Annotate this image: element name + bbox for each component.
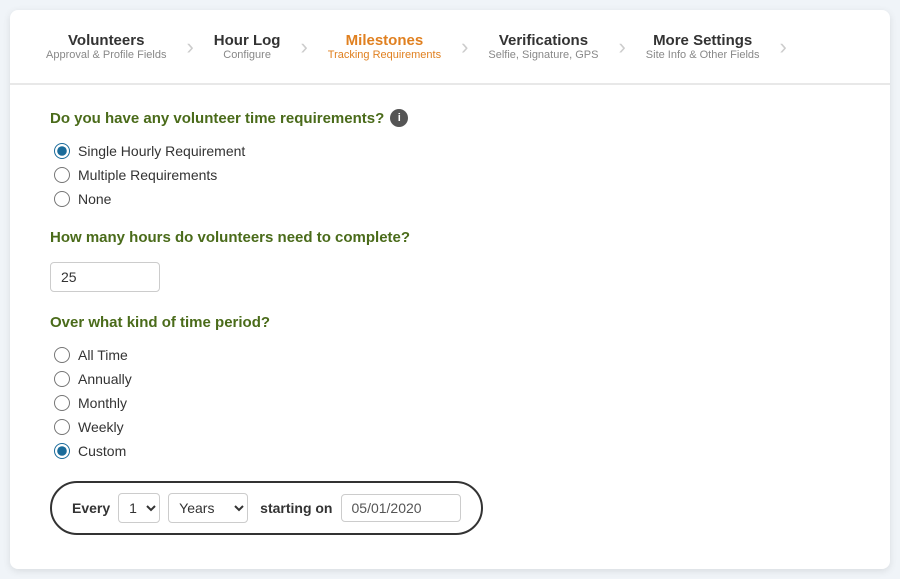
question-3: Over what kind of time period?	[50, 314, 850, 331]
arrow-4: ›	[614, 34, 629, 60]
q3-radio-alltime[interactable]	[54, 347, 70, 363]
hours-input[interactable]	[50, 262, 160, 292]
step-sub-verifications: Selfie, Signature, GPS	[488, 49, 598, 61]
starting-on-label: starting on	[260, 500, 332, 516]
q3-label-custom: Custom	[78, 443, 126, 459]
step-sub-hourlog: Configure	[223, 49, 271, 61]
wizard-step-volunteers[interactable]: Volunteers Approval & Profile Fields	[30, 18, 182, 75]
step-title-volunteers: Volunteers	[68, 32, 144, 49]
question-1-label: Do you have any volunteer time requireme…	[50, 110, 384, 127]
q1-option-single[interactable]: Single Hourly Requirement	[54, 143, 850, 159]
every-number-select[interactable]: 1 2 3 4 5	[118, 493, 160, 523]
step-sub-volunteers: Approval & Profile Fields	[46, 49, 166, 61]
wizard-nav: Volunteers Approval & Profile Fields › H…	[10, 10, 890, 85]
app-container: Volunteers Approval & Profile Fields › H…	[10, 10, 890, 569]
arrow-3: ›	[457, 34, 472, 60]
q1-radio-multiple[interactable]	[54, 167, 70, 183]
question-3-label: Over what kind of time period?	[50, 314, 270, 331]
q1-radio-single[interactable]	[54, 143, 70, 159]
q3-label-alltime: All Time	[78, 347, 128, 363]
main-content: Do you have any volunteer time requireme…	[10, 85, 890, 565]
q1-label-single: Single Hourly Requirement	[78, 143, 245, 159]
date-input[interactable]	[341, 494, 461, 522]
q3-radio-weekly[interactable]	[54, 419, 70, 435]
wizard-step-milestones[interactable]: Milestones Tracking Requirements	[312, 18, 457, 75]
info-icon-q1[interactable]: i	[390, 109, 408, 127]
step-title-milestones: Milestones	[346, 32, 424, 49]
step-sub-milestones: Tracking Requirements	[328, 49, 441, 61]
arrow-2: ›	[296, 34, 311, 60]
step-title-verifications: Verifications	[499, 32, 588, 49]
q3-radio-annually[interactable]	[54, 371, 70, 387]
q1-option-none[interactable]: None	[54, 191, 850, 207]
arrow-5: ›	[776, 34, 791, 60]
custom-row: Every 1 2 3 4 5 Days Weeks Months Years …	[50, 481, 483, 535]
question-1: Do you have any volunteer time requireme…	[50, 109, 850, 127]
q3-option-alltime[interactable]: All Time	[54, 347, 850, 363]
every-label: Every	[72, 500, 110, 516]
q3-label-annually: Annually	[78, 371, 132, 387]
q3-label-weekly: Weekly	[78, 419, 124, 435]
question-2-label: How many hours do volunteers need to com…	[50, 229, 410, 246]
q3-radio-monthly[interactable]	[54, 395, 70, 411]
wizard-step-more[interactable]: More Settings Site Info & Other Fields	[630, 18, 776, 75]
step-title-hourlog: Hour Log	[214, 32, 281, 49]
q3-label-monthly: Monthly	[78, 395, 127, 411]
q1-radio-group: Single Hourly Requirement Multiple Requi…	[54, 143, 850, 207]
q1-option-multiple[interactable]: Multiple Requirements	[54, 167, 850, 183]
q3-radio-custom[interactable]	[54, 443, 70, 459]
step-sub-more: Site Info & Other Fields	[646, 49, 760, 61]
q3-option-custom[interactable]: Custom	[54, 443, 850, 459]
wizard-step-verifications[interactable]: Verifications Selfie, Signature, GPS	[472, 18, 614, 75]
q1-radio-none[interactable]	[54, 191, 70, 207]
arrow-1: ›	[182, 34, 197, 60]
q3-radio-group: All Time Annually Monthly Weekly Custom	[54, 347, 850, 459]
wizard-step-hourlog[interactable]: Hour Log Configure	[198, 18, 297, 75]
q3-option-monthly[interactable]: Monthly	[54, 395, 850, 411]
question-2: How many hours do volunteers need to com…	[50, 229, 850, 246]
step-title-more: More Settings	[653, 32, 752, 49]
q3-option-annually[interactable]: Annually	[54, 371, 850, 387]
q1-label-multiple: Multiple Requirements	[78, 167, 217, 183]
q3-option-weekly[interactable]: Weekly	[54, 419, 850, 435]
q1-label-none: None	[78, 191, 111, 207]
period-select[interactable]: Days Weeks Months Years	[168, 493, 248, 523]
